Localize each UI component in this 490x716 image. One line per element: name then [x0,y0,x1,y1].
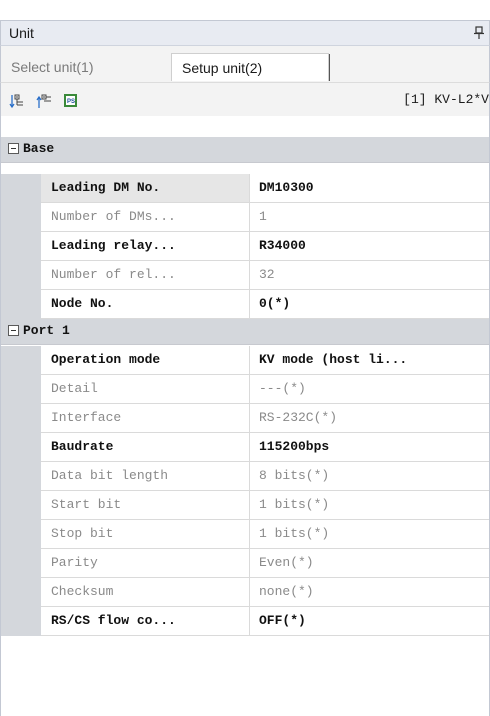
property-name: Checksum [41,578,250,607]
property-name: Data bit length [41,462,250,491]
tab-divider [329,54,330,81]
property-value[interactable]: none(*) [250,578,489,607]
property-value[interactable]: 8 bits(*) [250,462,489,491]
property-name: Parity [41,549,250,578]
property-name: Operation mode [41,346,250,375]
property-value[interactable]: 1 bits(*) [250,520,489,549]
row-gutter [1,549,41,578]
row-gutter [1,290,41,319]
property-row[interactable]: Stop bit 1 bits(*) [1,520,489,549]
row-gutter [1,578,41,607]
ps-settings-icon[interactable]: PS [63,93,79,109]
property-value[interactable]: R34000 [250,232,489,261]
selected-unit-label: [1] KV-L2*V [403,92,489,107]
row-gutter [1,607,41,636]
property-value[interactable]: KV mode (host li... [250,346,489,375]
property-row[interactable]: RS/CS flow co... OFF(*) [1,607,489,636]
group-title: Port 1 [23,323,70,338]
property-name: Stop bit [41,520,250,549]
property-row[interactable]: Baudrate 115200bps [1,433,489,462]
property-name: Interface [41,404,250,433]
expand-tree-icon[interactable] [9,93,25,109]
tab-select-unit[interactable]: Select unit(1) [11,53,93,81]
collapse-tree-icon[interactable] [36,93,52,109]
property-name: Leading relay... [41,232,250,261]
property-value[interactable]: 1 bits(*) [250,491,489,520]
property-value[interactable]: ---(*) [250,375,489,404]
property-name: Detail [41,375,250,404]
property-value[interactable]: 32 [250,261,489,290]
group-header-base[interactable]: Base [1,137,489,163]
property-value[interactable]: 115200bps [250,433,489,462]
property-row[interactable]: Detail ---(*) [1,375,489,404]
unit-panel-title-bar: Unit [0,20,490,46]
row-gutter [1,491,41,520]
row-gutter [1,433,41,462]
property-name: RS/CS flow co... [41,607,250,636]
collapse-toggle-icon[interactable] [8,143,19,154]
row-gutter [1,520,41,549]
property-row[interactable]: Number of DMs... 1 [1,203,489,232]
row-gutter [1,462,41,491]
row-gutter [1,404,41,433]
property-row[interactable]: Start bit 1 bits(*) [1,491,489,520]
svg-text:PS: PS [67,99,75,105]
property-value[interactable]: Even(*) [250,549,489,578]
property-name: Baudrate [41,433,250,462]
property-value[interactable]: DM10300 [250,174,489,203]
property-row[interactable]: Number of rel... 32 [1,261,489,290]
property-name: Node No. [41,290,250,319]
unit-tab-strip: Select unit(1) Setup unit(2) [0,46,490,82]
row-gutter [1,232,41,261]
property-name: Start bit [41,491,250,520]
panel-title: Unit [9,25,34,41]
property-row[interactable]: Leading DM No. DM10300 [1,174,489,203]
row-gutter [1,346,41,375]
property-name: Leading DM No. [41,174,250,203]
pin-icon[interactable] [473,26,485,40]
row-gutter [1,375,41,404]
row-gutter [1,261,41,290]
property-row[interactable]: Checksum none(*) [1,578,489,607]
property-row[interactable]: Parity Even(*) [1,549,489,578]
row-gutter [1,203,41,232]
row-gutter [1,174,41,203]
property-value[interactable]: RS-232C(*) [250,404,489,433]
property-row[interactable]: Data bit length 8 bits(*) [1,462,489,491]
property-name: Number of rel... [41,261,250,290]
property-value[interactable]: 1 [250,203,489,232]
property-row[interactable]: Leading relay... R34000 [1,232,489,261]
property-name: Number of DMs... [41,203,250,232]
property-value[interactable]: OFF(*) [250,607,489,636]
property-row[interactable]: Node No. 0(*) [1,290,489,319]
property-row[interactable]: Operation mode KV mode (host li... [1,346,489,375]
collapse-toggle-icon[interactable] [8,325,19,336]
tab-setup-unit[interactable]: Setup unit(2) [171,53,329,81]
group-title: Base [23,141,55,156]
property-row[interactable]: Interface RS-232C(*) [1,404,489,433]
group-header-port-1[interactable]: Port 1 [1,319,489,345]
property-value[interactable]: 0(*) [250,290,489,319]
property-grid: Base Leading DM No. DM10300 Number of DM… [0,116,490,716]
unit-toolbar: PS [1] KV-L2*V [0,82,490,116]
